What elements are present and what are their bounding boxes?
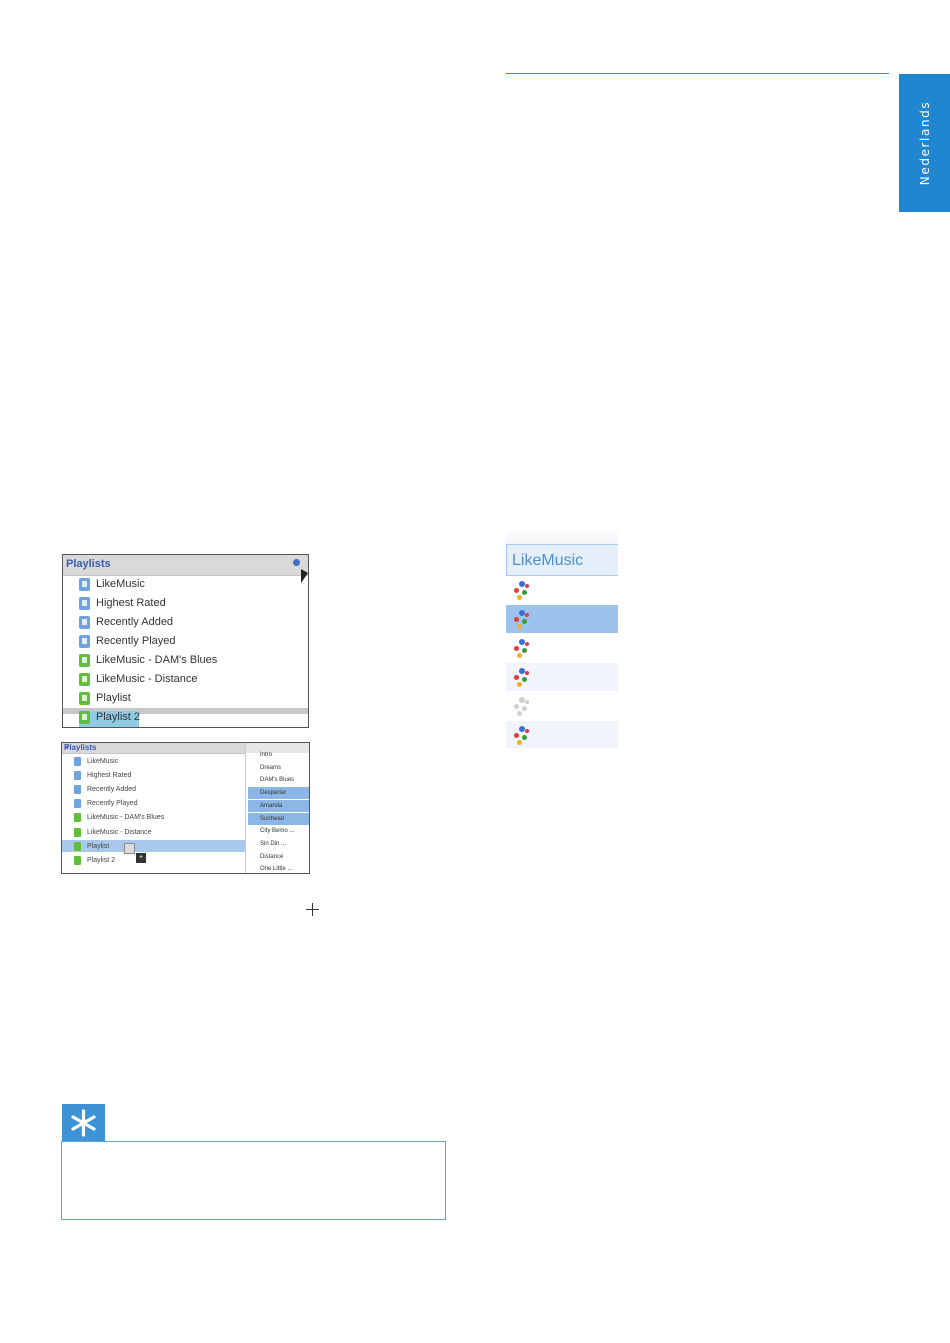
playlist-label: LikeMusic - Distance bbox=[87, 828, 152, 836]
playlist-icon bbox=[79, 596, 90, 610]
add-playlist-icon[interactable] bbox=[293, 559, 300, 566]
playlist-item[interactable]: Recently Played bbox=[79, 632, 176, 650]
panel-top bbox=[506, 528, 618, 544]
playlists-header: Playlists × bbox=[62, 743, 246, 754]
language-tab-label: Nederlands bbox=[917, 100, 932, 186]
song-item[interactable]: Sin Din ... bbox=[248, 838, 309, 850]
playlist-item[interactable]: Highest Rated bbox=[74, 768, 131, 782]
playlist-item[interactable]: LikeMusic bbox=[74, 754, 118, 768]
song-item[interactable]: DAM's Blues bbox=[248, 774, 309, 786]
playlist-icon bbox=[74, 799, 81, 809]
likemusic-panel: LikeMusic bbox=[506, 528, 618, 748]
playlist-icon bbox=[74, 784, 81, 794]
likemusic-icon bbox=[512, 580, 534, 602]
likemusic-icon bbox=[512, 725, 534, 747]
close-icon[interactable]: × bbox=[64, 743, 69, 752]
playlists-header: Playlists bbox=[63, 555, 308, 583]
playlist-icon bbox=[79, 615, 90, 629]
tip-badge bbox=[62, 1104, 105, 1142]
playlist-label: Playlist bbox=[96, 692, 131, 704]
playlist-item[interactable]: Recently Added bbox=[79, 613, 173, 631]
playlist-label: Highest Rated bbox=[87, 771, 132, 779]
likemusic-row[interactable] bbox=[506, 634, 618, 662]
likemusic-title: LikeMusic bbox=[512, 552, 584, 569]
tip-box bbox=[61, 1141, 446, 1220]
playlist-icon bbox=[74, 841, 81, 851]
playlist-label: Recently Played bbox=[96, 635, 176, 647]
likemusic-icon bbox=[512, 609, 534, 631]
song-item[interactable]: Distance bbox=[248, 851, 309, 863]
playlist-item[interactable]: LikeMusic bbox=[79, 575, 145, 593]
playlist-label: LikeMusic bbox=[96, 578, 145, 590]
playlist-label: Recently Added bbox=[96, 616, 174, 628]
likemusic-header: LikeMusic bbox=[506, 544, 618, 576]
cursor-icon bbox=[301, 569, 308, 583]
playlist-icon bbox=[79, 691, 90, 705]
drag-file-icon bbox=[124, 843, 135, 854]
playlist-label: Playlist bbox=[87, 842, 110, 850]
playlist-item[interactable]: LikeMusic - DAM's Blues bbox=[79, 651, 217, 669]
song-item[interactable]: Despertar bbox=[248, 787, 309, 800]
playlist-label: Recently Added bbox=[87, 785, 137, 793]
likemusic-row[interactable] bbox=[506, 692, 618, 720]
playlist-icon bbox=[79, 710, 90, 724]
song-item[interactable]: Dreams bbox=[248, 762, 309, 774]
playlist-icon bbox=[79, 672, 90, 686]
playlist-icon bbox=[74, 770, 81, 780]
likemusic-icon bbox=[512, 696, 534, 718]
playlist-icon bbox=[74, 813, 81, 823]
playlist-label: Playlist 2 bbox=[96, 711, 141, 723]
playlist-item[interactable]: Playlist bbox=[74, 839, 109, 853]
playlist-label: Recently Played bbox=[87, 800, 138, 808]
playlist-item[interactable]: Recently Played bbox=[74, 797, 138, 811]
playlist-item[interactable]: LikeMusic - Distance bbox=[79, 670, 197, 688]
pane-divider bbox=[245, 743, 246, 873]
drag-screenshot: Playlists × LikeMusic Highest Rated Recent… bbox=[61, 742, 310, 874]
song-item[interactable]: One Little ... bbox=[248, 863, 309, 873]
likemusic-row[interactable] bbox=[506, 605, 618, 633]
language-tab: Nederlands bbox=[899, 74, 950, 212]
playlists-title: Playlists bbox=[66, 558, 111, 570]
asterisk-icon bbox=[71, 1109, 96, 1137]
playlist-label: LikeMusic - Distance bbox=[96, 673, 198, 685]
playlist-item[interactable]: LikeMusic - DAM's Blues bbox=[74, 811, 164, 825]
playlist-item[interactable]: LikeMusic - Distance bbox=[74, 825, 152, 839]
playlist-label: Highest Rated bbox=[96, 597, 166, 609]
playlist-icon bbox=[74, 855, 81, 865]
playlist-item[interactable]: Recently Added bbox=[74, 782, 136, 796]
playlist-item[interactable]: Playlist 2 bbox=[74, 853, 115, 867]
playlist-icon bbox=[79, 634, 90, 648]
add-badge: + bbox=[136, 853, 146, 863]
playlist-item[interactable]: Playlist bbox=[79, 689, 131, 707]
playlists-screenshot: Playlists LikeMusic Highest Rated Recently… bbox=[62, 554, 309, 728]
song-item[interactable]: City Bemo ... bbox=[248, 825, 309, 837]
playlist-label: Playlist 2 bbox=[87, 856, 116, 864]
plus-icon bbox=[306, 903, 319, 916]
likemusic-row[interactable] bbox=[506, 663, 618, 691]
likemusic-icon bbox=[512, 638, 534, 660]
song-item[interactable]: Intro bbox=[248, 749, 309, 761]
likemusic-row[interactable] bbox=[506, 576, 618, 604]
playlist-label: LikeMusic - DAM's Blues bbox=[87, 814, 165, 822]
playlist-item[interactable]: Playlist 2 bbox=[79, 708, 140, 726]
playlist-icon bbox=[74, 756, 81, 766]
playlist-label: LikeMusic - DAM's Blues bbox=[96, 654, 218, 666]
likemusic-icon bbox=[512, 667, 534, 689]
playlist-icon bbox=[79, 577, 90, 591]
song-item[interactable]: Sunhead bbox=[248, 812, 309, 825]
playlist-item[interactable]: Highest Rated bbox=[79, 594, 166, 612]
header-rule bbox=[506, 73, 889, 74]
song-item[interactable]: Amanda bbox=[248, 799, 309, 812]
playlist-icon bbox=[79, 653, 90, 667]
likemusic-row[interactable] bbox=[506, 721, 618, 748]
playlist-label: LikeMusic bbox=[87, 757, 119, 765]
playlist-icon bbox=[74, 827, 81, 837]
